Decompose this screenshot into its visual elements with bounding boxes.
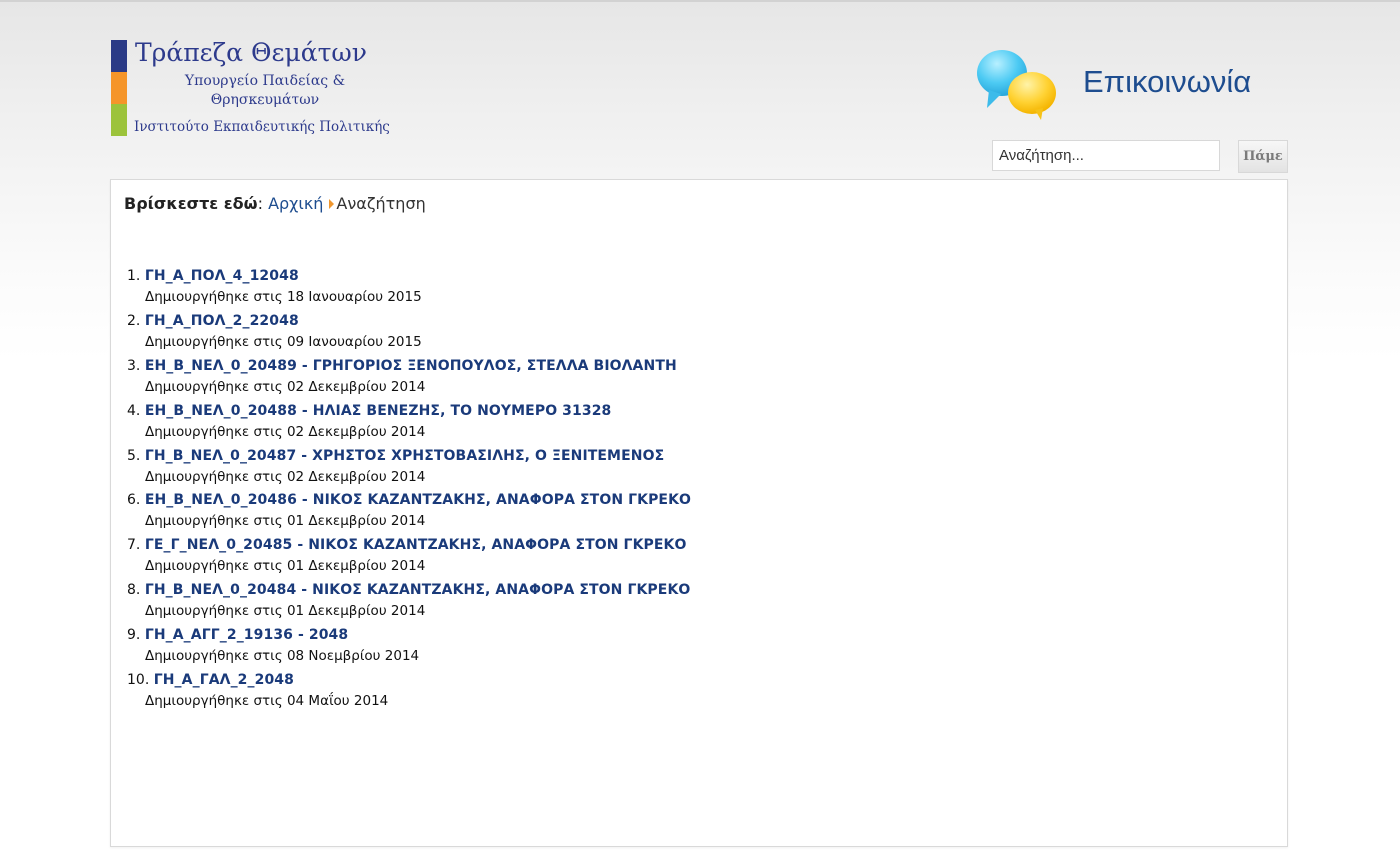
result-item: 5. ΓΗ_Β_ΝΕΛ_0_20487 - ΧΡΗΣΤΟΣ ΧΡΗΣΤΟΒΑΣΙ… xyxy=(127,446,691,491)
result-item: 8. ΓΗ_Β_ΝΕΛ_0_20484 - ΝΙΚΟΣ ΚΑΖΑΝΤΖΑΚΗΣ,… xyxy=(127,580,691,625)
result-date: Δημιουργήθηκε στις 02 Δεκεμβρίου 2014 xyxy=(145,378,426,395)
main-content: Βρίσκεστε εδώ: Αρχική Αναζήτηση 1. ΓΗ_Α_Π… xyxy=(110,179,1288,847)
result-title-link[interactable]: ΓΗ_Α_ΠΟΛ_2_22048 xyxy=(145,313,299,329)
result-item: 2. ΓΗ_Α_ΠΟΛ_2_22048 Δημιουργήθηκε στις 0… xyxy=(127,311,691,356)
breadcrumb-prefix: Βρίσκεστε εδώ xyxy=(124,194,258,213)
result-item: 9. ΓΗ_Α_ΑΓΓ_2_19136 - 2048 Δημιουργήθηκε… xyxy=(127,625,691,670)
result-number: 5. xyxy=(127,447,141,464)
result-date: Δημιουργήθηκε στις 01 Δεκεμβρίου 2014 xyxy=(145,558,426,575)
result-title-link[interactable]: ΓΗ_Α_ΓΑΛ_2_2048 xyxy=(154,672,294,688)
logo-title: Τράπεζα Θεμάτων xyxy=(135,38,368,67)
result-title-link[interactable]: ΕΗ_Β_ΝΕΛ_0_20488 - ΗΛΙΑΣ ΒΕΝΕΖΗΣ, ΤΟ ΝΟΥ… xyxy=(145,403,612,419)
logo-bar-green xyxy=(111,104,127,136)
result-number: 9. xyxy=(127,627,141,644)
breadcrumb-separator: : xyxy=(257,194,263,213)
breadcrumb-arrow-icon xyxy=(329,199,335,209)
result-title-link[interactable]: ΓΗ_Α_ΑΓΓ_2_19136 - 2048 xyxy=(145,627,348,643)
result-date: Δημιουργήθηκε στις 01 Δεκεμβρίου 2014 xyxy=(145,513,426,530)
result-title-link[interactable]: ΓΗ_Β_ΝΕΛ_0_20487 - ΧΡΗΣΤΟΣ ΧΡΗΣΤΟΒΑΣΙΛΗΣ… xyxy=(145,448,664,464)
result-number: 7. xyxy=(127,537,141,554)
breadcrumb: Βρίσκεστε εδώ: Αρχική Αναζήτηση xyxy=(124,194,426,213)
result-title-link[interactable]: ΕΗ_Β_ΝΕΛ_0_20489 - ΓΡΗΓΟΡΙΟΣ ΞΕΝΟΠΟΥΛΟΣ,… xyxy=(145,358,677,374)
result-date: Δημιουργήθηκε στις 04 Μαΐου 2014 xyxy=(145,693,389,710)
result-date: Δημιουργήθηκε στις 01 Δεκεμβρίου 2014 xyxy=(145,603,426,620)
result-date: Δημιουργήθηκε στις 02 Δεκεμβρίου 2014 xyxy=(145,468,426,485)
contact-link[interactable]: Επικοινωνία xyxy=(975,46,1275,126)
result-title-link[interactable]: ΓΗ_Α_ΠΟΛ_4_12048 xyxy=(145,268,299,284)
result-title-link[interactable]: ΕΗ_Β_ΝΕΛ_0_20486 - ΝΙΚΟΣ ΚΑΖΑΝΤΖΑΚΗΣ, ΑΝ… xyxy=(145,492,691,508)
result-date: Δημιουργήθηκε στις 08 Νοεμβρίου 2014 xyxy=(145,648,420,665)
search-input[interactable] xyxy=(992,140,1220,171)
result-number: 10. xyxy=(127,672,150,689)
breadcrumb-home-link[interactable]: Αρχική xyxy=(268,194,323,213)
result-item: 1. ΓΗ_Α_ΠΟΛ_4_12048 Δημιουργήθηκε στις 1… xyxy=(127,266,691,311)
logo-institute: Ινστιτούτο Εκπαιδευτικής Πολιτικής xyxy=(134,119,390,135)
result-title-link[interactable]: ΓΗ_Β_ΝΕΛ_0_20484 - ΝΙΚΟΣ ΚΑΖΑΝΤΖΑΚΗΣ, ΑΝ… xyxy=(145,582,691,598)
result-date: Δημιουργήθηκε στις 02 Δεκεμβρίου 2014 xyxy=(145,423,426,440)
top-border xyxy=(0,0,1400,2)
logo-bar-orange xyxy=(111,72,127,104)
search-results-list: 1. ΓΗ_Α_ΠΟΛ_4_12048 Δημιουργήθηκε στις 1… xyxy=(127,266,691,715)
breadcrumb-current: Αναζήτηση xyxy=(336,194,426,213)
site-logo[interactable]: Τράπεζα Θεμάτων Υπουργείο Παιδείας & Θρη… xyxy=(111,38,391,138)
contact-label: Επικοινωνία xyxy=(1083,64,1252,99)
result-date: Δημιουργήθηκε στις 18 Ιανουαρίου 2015 xyxy=(145,289,422,305)
result-item: 3. ΕΗ_Β_ΝΕΛ_0_20489 - ΓΡΗΓΟΡΙΟΣ ΞΕΝΟΠΟΥΛ… xyxy=(127,356,691,401)
result-number: 3. xyxy=(127,357,141,374)
search-button[interactable]: Πάμε xyxy=(1238,140,1288,173)
logo-bar-blue xyxy=(111,40,127,72)
result-item: 10. ΓΗ_Α_ΓΑΛ_2_2048 Δημιουργήθηκε στις 0… xyxy=(127,670,691,715)
logo-ministry: Υπουργείο Παιδείας & Θρησκευμάτων xyxy=(184,73,346,108)
result-item: 4. ΕΗ_Β_ΝΕΛ_0_20488 - ΗΛΙΑΣ ΒΕΝΕΖΗΣ, ΤΟ … xyxy=(127,401,691,446)
result-item: 7. ΓΕ_Γ_ΝΕΛ_0_20485 - ΝΙΚΟΣ ΚΑΖΑΝΤΖΑΚΗΣ,… xyxy=(127,535,691,580)
result-number: 1. xyxy=(127,268,141,284)
result-title-link[interactable]: ΓΕ_Γ_ΝΕΛ_0_20485 - ΝΙΚΟΣ ΚΑΖΑΝΤΖΑΚΗΣ, ΑΝ… xyxy=(145,537,687,553)
speech-bubbles-icon xyxy=(977,50,1056,120)
result-number: 8. xyxy=(127,582,141,599)
result-number: 4. xyxy=(127,402,141,419)
result-number: 2. xyxy=(127,312,141,329)
result-number: 6. xyxy=(127,492,141,509)
result-item: 6. ΕΗ_Β_ΝΕΛ_0_20486 - ΝΙΚΟΣ ΚΑΖΑΝΤΖΑΚΗΣ,… xyxy=(127,490,691,535)
result-date: Δημιουργήθηκε στις 09 Ιανουαρίου 2015 xyxy=(145,333,422,350)
